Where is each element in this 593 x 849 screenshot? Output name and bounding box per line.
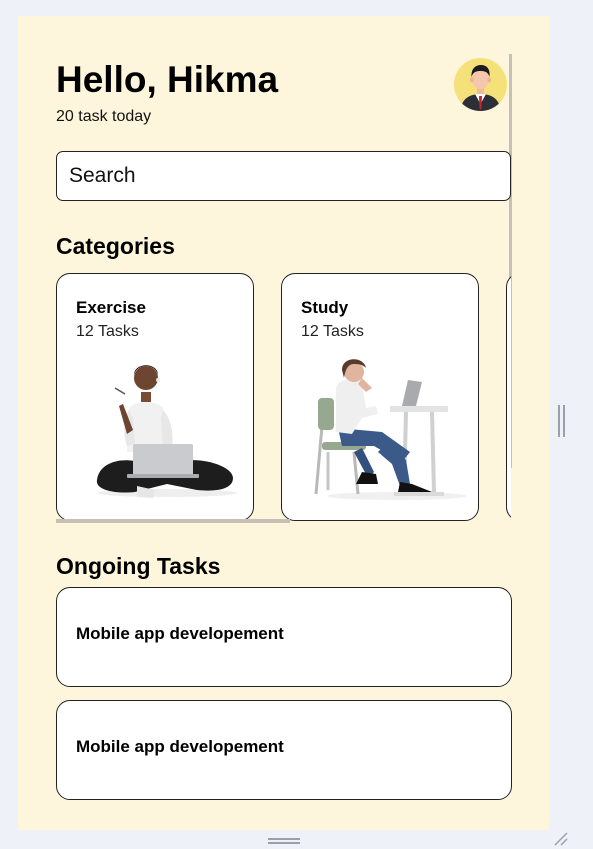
category-task-count: 12 Tasks [301,323,364,340]
categories-heading: Categories [56,233,175,259]
category-title: Study [301,298,349,317]
vertical-resize-grip-icon[interactable] [558,405,565,437]
category-card-partial[interactable] [506,273,511,521]
category-task-count: 12 Tasks [76,323,139,340]
person-avatar-icon [460,65,501,111]
person-studying-at-desk-illustration [314,359,467,500]
horizontal-resize-grip-icon[interactable] [268,838,300,844]
category-title: Exercise [76,298,146,317]
ongoing-tasks-heading: Ongoing Tasks [56,553,221,579]
task-title: Mobile app developement [76,624,284,643]
horizontal-scrollbar[interactable] [56,519,290,523]
task-title: Mobile app developement [76,737,284,756]
greeting-title: Hello, Hikma [56,59,279,100]
search-input[interactable] [56,151,511,201]
category-card-study[interactable]: Study 12 Tasks [281,273,479,521]
categories-carousel[interactable]: Exercise 12 Tasks Study 12 Tasks [56,273,511,523]
app-screen: Hello, Hikma 20 task today Categories Ex… [18,16,549,830]
category-card-exercise[interactable]: Exercise 12 Tasks [56,273,254,521]
resize-corner-icon[interactable] [553,831,569,847]
person-sitting-with-laptop-illustration [96,365,237,498]
ongoing-task-card[interactable]: Mobile app developement [56,700,512,800]
avatar[interactable] [454,58,507,111]
task-count-subtitle: 20 task today [56,108,152,125]
ongoing-task-card[interactable]: Mobile app developement [56,587,512,687]
